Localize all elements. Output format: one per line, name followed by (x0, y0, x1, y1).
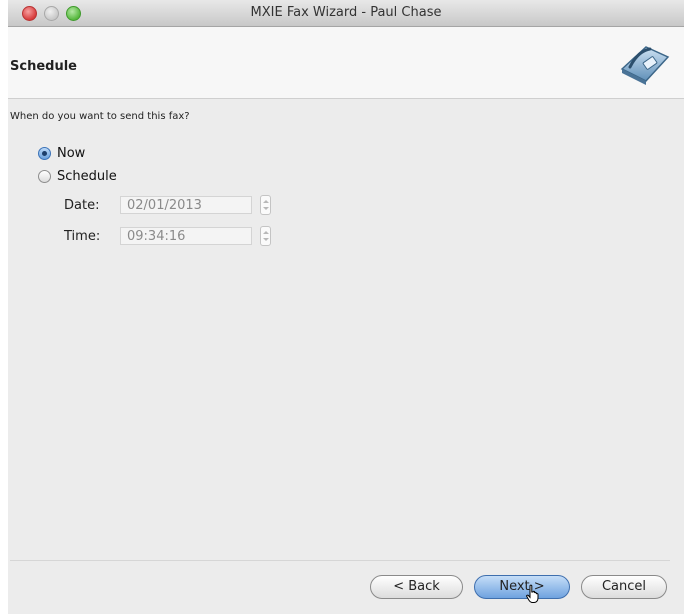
now-radio[interactable] (38, 147, 51, 160)
page-title: Schedule (10, 59, 77, 74)
back-button[interactable]: < Back (370, 575, 463, 599)
time-field[interactable]: 09:34:16 (120, 227, 252, 245)
title-bar: MXIE Fax Wizard - Paul Chase (8, 0, 684, 27)
date-label: Date: (64, 197, 100, 213)
now-label: Now (57, 146, 86, 161)
fax-wizard-window: MXIE Fax Wizard - Paul Chase Schedule Wh… (8, 0, 684, 614)
send-time-question: When do you want to send this fax? (10, 111, 190, 122)
time-stepper[interactable] (260, 226, 271, 246)
stepper-down-icon[interactable] (263, 238, 269, 241)
next-button[interactable]: Next > (474, 575, 570, 599)
button-divider (10, 560, 670, 561)
schedule-label: Schedule (57, 169, 117, 184)
cancel-button[interactable]: Cancel (581, 575, 667, 599)
date-field[interactable]: 02/01/2013 (120, 196, 252, 214)
fax-machine-icon (620, 46, 670, 85)
stepper-up-icon[interactable] (263, 200, 269, 203)
date-row: Date: 02/01/2013 (64, 195, 271, 215)
option-schedule[interactable]: Schedule (38, 169, 117, 184)
window-title: MXIE Fax Wizard - Paul Chase (250, 5, 442, 20)
time-row: Time: 09:34:16 (64, 226, 271, 246)
date-stepper[interactable] (260, 195, 271, 215)
option-now[interactable]: Now (38, 146, 85, 161)
wizard-content: When do you want to send this fax? Now S… (8, 99, 684, 559)
time-label: Time: (64, 228, 101, 244)
stepper-down-icon[interactable] (263, 207, 269, 210)
wizard-header: Schedule (8, 27, 684, 99)
mouse-cursor-icon (526, 584, 539, 603)
schedule-radio[interactable] (38, 170, 51, 183)
stepper-up-icon[interactable] (263, 231, 269, 234)
